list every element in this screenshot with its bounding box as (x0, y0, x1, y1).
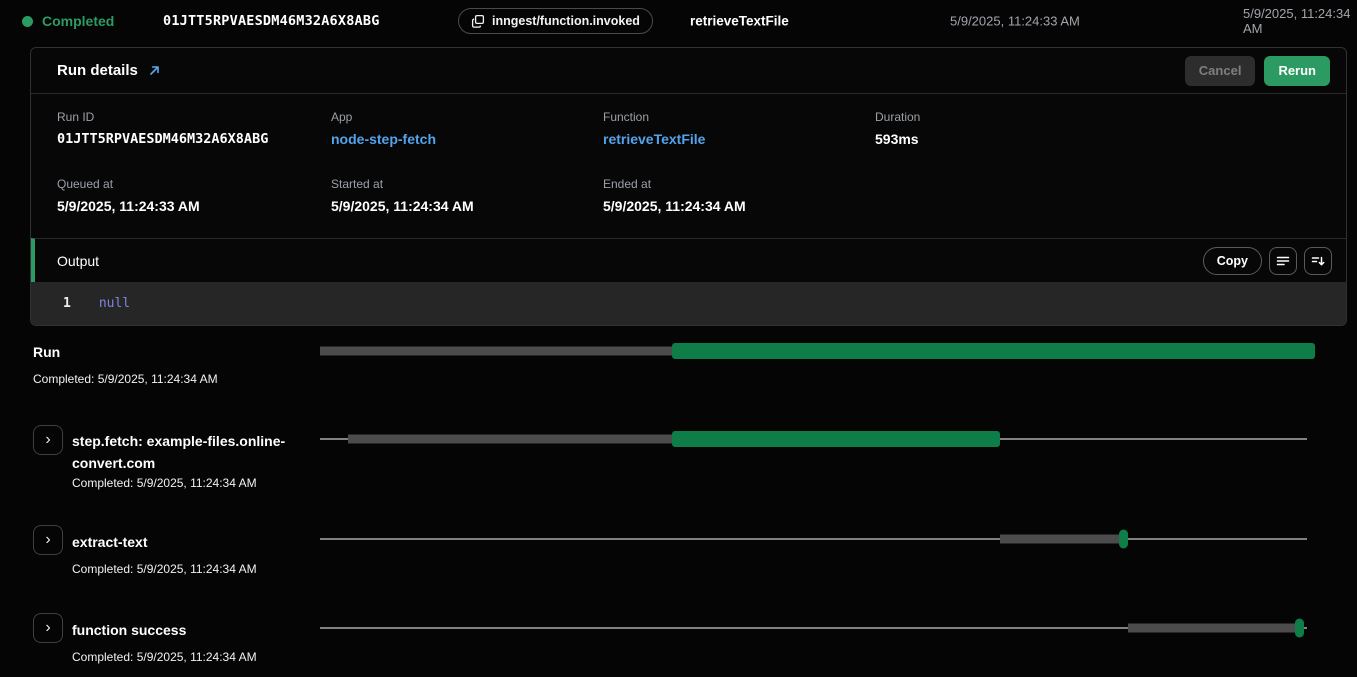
trace-row-extract-text: › extract-text Completed: 5/9/2025, 11:2… (0, 517, 1357, 576)
started-timestamp: 5/9/2025, 11:24:34 AM (1243, 6, 1357, 36)
function-name: retrieveTextFile (690, 14, 789, 29)
run-details-card: Run details Cancel Rerun Run ID 01JTT5RP… (30, 47, 1347, 326)
field-label: Queued at (57, 177, 331, 191)
trace-completed-label: Completed: 5/9/2025, 11:24:34 AM (72, 476, 1357, 490)
status-dot-icon (22, 16, 33, 27)
run-id-value: 01JTT5RPVAESDM46M32A6X8ABG (57, 131, 331, 147)
trace-bar-function-success (320, 618, 1315, 638)
trace-completed-label: Completed: 5/9/2025, 11:24:34 AM (72, 562, 1357, 576)
cancel-button[interactable]: Cancel (1185, 56, 1256, 86)
trace-name: extract-text (72, 531, 307, 553)
run-id: 01JTT5RPVAESDM46M32A6X8ABG (163, 13, 380, 29)
field-function: Function retrieveTextFile (603, 110, 875, 147)
trace-completed-label: Completed: 5/9/2025, 11:24:34 AM (33, 372, 1357, 386)
field-started-at: Started at 5/9/2025, 11:24:34 AM (331, 177, 603, 214)
output-section-header: Output Copy (31, 238, 1346, 282)
field-label: Function (603, 110, 875, 124)
field-app: App node-step-fetch (331, 110, 603, 147)
trace-bar-run (320, 341, 1315, 361)
run-details-header: Run details Cancel Rerun (31, 48, 1346, 94)
field-label: App (331, 110, 603, 124)
trace-bar-extract-text (320, 529, 1315, 549)
field-duration: Duration 593ms (875, 110, 1346, 147)
status-label: Completed (42, 13, 114, 29)
copy-output-button[interactable]: Copy (1203, 247, 1262, 275)
copy-event-icon (471, 14, 485, 28)
align-left-icon[interactable] (1269, 247, 1297, 275)
function-link[interactable]: retrieveTextFile (603, 131, 875, 147)
trace-name: Run (33, 341, 268, 363)
scroll-to-bottom-icon[interactable] (1304, 247, 1332, 275)
trace-row-function-success: › function success Completed: 5/9/2025, … (0, 607, 1357, 664)
event-badge[interactable]: inngest/function.invoked (458, 8, 653, 34)
trace-name: function success (72, 619, 307, 641)
run-detail-page: Completed 01JTT5RPVAESDM46M32A6X8ABG inn… (0, 0, 1357, 677)
trace-bar-step-fetch (320, 429, 1315, 449)
external-link-icon[interactable] (148, 64, 161, 77)
field-label: Run ID (57, 110, 331, 124)
trace-completed-label: Completed: 5/9/2025, 11:24:34 AM (72, 650, 1357, 664)
topbar: Completed 01JTT5RPVAESDM46M32A6X8ABG inn… (0, 0, 1357, 42)
run-status: Completed (22, 13, 114, 29)
rerun-button[interactable]: Rerun (1264, 56, 1330, 86)
trace-row-step-fetch: › step.fetch: example-files.online-conve… (0, 422, 1357, 490)
event-badge-label: inngest/function.invoked (492, 14, 640, 28)
field-label: Started at (331, 177, 603, 191)
field-label: Ended at (603, 177, 875, 191)
field-queued-at: Queued at 5/9/2025, 11:24:33 AM (57, 177, 331, 214)
field-label: Duration (875, 110, 1346, 124)
started-at-value: 5/9/2025, 11:24:34 AM (331, 198, 603, 214)
expand-step-button[interactable]: › (33, 525, 63, 555)
trace-row-run: Run Completed: 5/9/2025, 11:24:34 AM (0, 337, 1357, 386)
field-run-id: Run ID 01JTT5RPVAESDM46M32A6X8ABG (57, 110, 331, 147)
output-title: Output (57, 253, 99, 269)
field-ended-at: Ended at 5/9/2025, 11:24:34 AM (603, 177, 875, 214)
expand-step-button[interactable]: › (33, 613, 63, 643)
expand-step-button[interactable]: › (33, 425, 63, 455)
run-details-title: Run details (57, 62, 138, 79)
trace-timeline: Run Completed: 5/9/2025, 11:24:34 AM › s… (0, 300, 1357, 677)
duration-value: 593ms (875, 131, 1346, 147)
ended-at-value: 5/9/2025, 11:24:34 AM (603, 198, 875, 214)
queued-timestamp: 5/9/2025, 11:24:33 AM (950, 14, 1080, 29)
app-link[interactable]: node-step-fetch (331, 131, 603, 147)
trace-name: step.fetch: example-files.online-convert… (72, 430, 307, 474)
run-metadata: Run ID 01JTT5RPVAESDM46M32A6X8ABG App no… (31, 94, 1346, 238)
queued-at-value: 5/9/2025, 11:24:33 AM (57, 198, 331, 214)
